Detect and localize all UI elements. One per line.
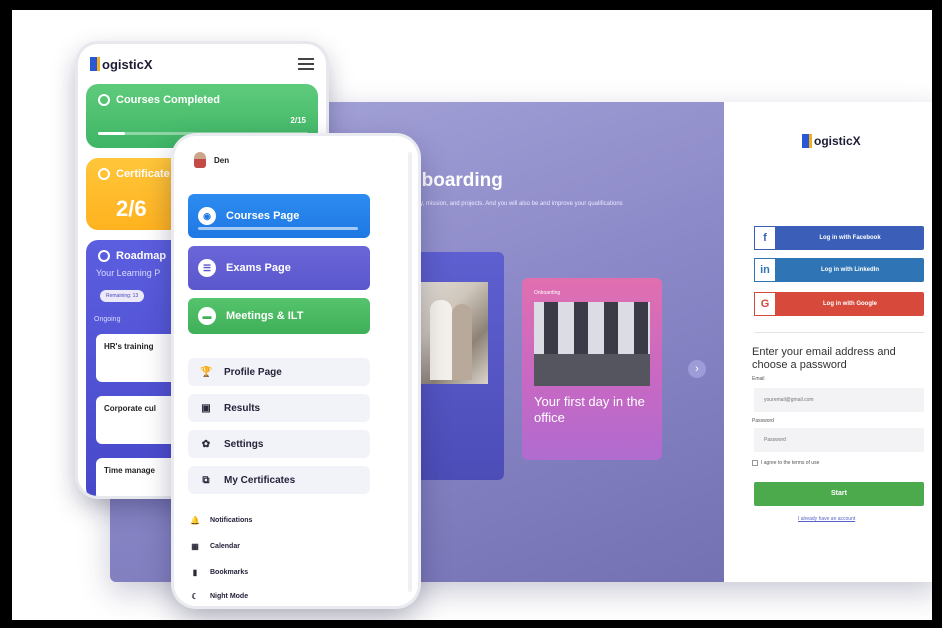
bookmarks-item[interactable]: ▮ Bookmarks bbox=[190, 568, 248, 577]
user-row[interactable]: Den bbox=[194, 152, 229, 168]
facebook-icon: f bbox=[754, 226, 776, 250]
calendar-label: Calendar bbox=[210, 543, 240, 550]
bell-icon: 🔔 bbox=[190, 516, 200, 525]
roadmap-subtitle: Your Learning P bbox=[96, 268, 161, 278]
training-card-title: HR's training bbox=[104, 342, 154, 351]
trophy-icon: 🏆 bbox=[200, 366, 213, 378]
logo-mark-icon bbox=[90, 57, 100, 71]
remaining-badge: Remaining: 13 bbox=[100, 290, 145, 302]
user-name: Den bbox=[214, 155, 230, 165]
bookmarks-label: Bookmarks bbox=[210, 569, 249, 576]
avatar bbox=[194, 152, 206, 168]
terms-row: I agree to the terms of use bbox=[752, 460, 819, 466]
logo-text: ogisticX bbox=[814, 134, 861, 148]
night-mode-label: Night Mode bbox=[210, 593, 249, 600]
onboarding-heading: nboarding bbox=[410, 170, 503, 191]
onboarding-card-office[interactable]: Onboarding Your first day in the office bbox=[522, 278, 662, 460]
email-label: Email bbox=[752, 376, 765, 382]
terms-checkbox[interactable] bbox=[752, 460, 758, 466]
results-button[interactable]: ▣ Results bbox=[188, 394, 370, 422]
notifications-label: Notifications bbox=[210, 517, 253, 524]
chevron-right-icon[interactable]: › bbox=[688, 360, 706, 378]
canvas: nboarding pany, mission, and projects. A… bbox=[12, 10, 932, 620]
office-photo bbox=[534, 302, 650, 386]
login-prompt: Enter your email address and choose a pa… bbox=[752, 346, 896, 371]
meetings-ilt-label: Meetings & ILT bbox=[226, 310, 304, 322]
notifications-item[interactable]: 🔔 Notifications bbox=[190, 516, 252, 525]
google-login-label: Log in with Google bbox=[823, 301, 877, 307]
logo-mark-icon bbox=[802, 134, 812, 148]
profile-page-label: Profile Page bbox=[224, 366, 282, 378]
courses-fraction: 2/15 bbox=[290, 116, 306, 125]
courses-progress-bar bbox=[98, 132, 308, 135]
card-category: Onboarding bbox=[534, 290, 561, 296]
facebook-login-label: Log in with Facebook bbox=[819, 235, 881, 241]
night-mode-item[interactable]: ☾ Night Mode bbox=[190, 592, 248, 601]
exams-page-label: Exams Page bbox=[226, 262, 291, 274]
card-title: Your first day in the office bbox=[534, 394, 645, 425]
my-certificates-button[interactable]: ⧉ My Certificates bbox=[188, 466, 370, 494]
courses-icon: ◉ bbox=[198, 207, 216, 225]
phone-logo: ogisticX bbox=[90, 57, 153, 72]
google-login-button[interactable]: G Log in with Google bbox=[754, 292, 924, 316]
roadmap-icon bbox=[98, 250, 110, 262]
roadmap-label: Roadmap bbox=[116, 250, 167, 262]
progress-icon bbox=[98, 94, 110, 106]
phone-header: ogisticX bbox=[90, 54, 314, 74]
courses-completed-label: Courses Completed bbox=[116, 94, 220, 106]
already-have-account-link[interactable]: I already have an account bbox=[798, 516, 855, 522]
calendar-item[interactable]: ▦ Calendar bbox=[190, 542, 240, 551]
training-card-title: Corporate cul bbox=[104, 404, 157, 413]
exams-page-button[interactable]: ☰ Exams Page bbox=[188, 246, 370, 290]
certificates-value: 2/6 bbox=[116, 196, 147, 221]
courses-page-label: Courses Page bbox=[226, 210, 300, 222]
login-logo: ogisticX bbox=[802, 134, 861, 148]
scrollbar[interactable] bbox=[408, 152, 412, 592]
courses-page-button[interactable]: ◉ Courses Page bbox=[188, 194, 370, 238]
start-button[interactable]: Start bbox=[754, 482, 924, 506]
facebook-login-button[interactable]: f Log in with Facebook bbox=[754, 226, 924, 250]
linkedin-login-button[interactable]: in Log in with LinkedIn bbox=[754, 258, 924, 282]
password-field[interactable] bbox=[754, 428, 924, 452]
results-label: Results bbox=[224, 402, 261, 414]
bookmark-icon: ▮ bbox=[192, 568, 198, 577]
password-label: Password bbox=[752, 418, 774, 424]
profile-page-button[interactable]: 🏆 Profile Page bbox=[188, 358, 370, 386]
certificate-icon bbox=[98, 168, 110, 180]
certificate-icon: ⧉ bbox=[202, 474, 210, 486]
meetings-icon: ▬ bbox=[198, 307, 216, 325]
exams-icon: ☰ bbox=[198, 259, 216, 277]
linkedin-login-label: Log in with LinkedIn bbox=[821, 267, 879, 273]
logo-text: ogisticX bbox=[102, 56, 153, 72]
google-icon: G bbox=[754, 292, 776, 316]
ongoing-label: Ongoing bbox=[94, 316, 121, 323]
terms-label: I agree to the terms of use bbox=[761, 460, 820, 466]
email-field[interactable] bbox=[754, 388, 924, 412]
gear-icon: ✿ bbox=[201, 438, 211, 450]
login-panel: ogisticX f Log in with Facebook in Log i… bbox=[724, 102, 932, 582]
moon-icon: ☾ bbox=[191, 592, 199, 601]
phone-menu: Den ◉ Courses Page ☰ Exams Page ▬ Meetin… bbox=[174, 136, 418, 606]
hamburger-menu-icon[interactable] bbox=[298, 58, 314, 70]
settings-button[interactable]: ✿ Settings bbox=[188, 430, 370, 458]
divider bbox=[754, 332, 924, 333]
linkedin-icon: in bbox=[754, 258, 776, 282]
clipboard-icon: ▣ bbox=[201, 402, 211, 414]
my-certificates-label: My Certificates bbox=[224, 474, 296, 486]
active-indicator bbox=[198, 227, 358, 230]
meetings-ilt-button[interactable]: ▬ Meetings & ILT bbox=[188, 298, 370, 334]
settings-label: Settings bbox=[224, 438, 264, 450]
certificates-label: Certificate bbox=[116, 168, 170, 180]
training-card-title: Time manage bbox=[104, 466, 155, 475]
calendar-icon: ▦ bbox=[191, 542, 199, 551]
onboarding-subtext: pany, mission, and projects. And you wil… bbox=[410, 201, 623, 207]
